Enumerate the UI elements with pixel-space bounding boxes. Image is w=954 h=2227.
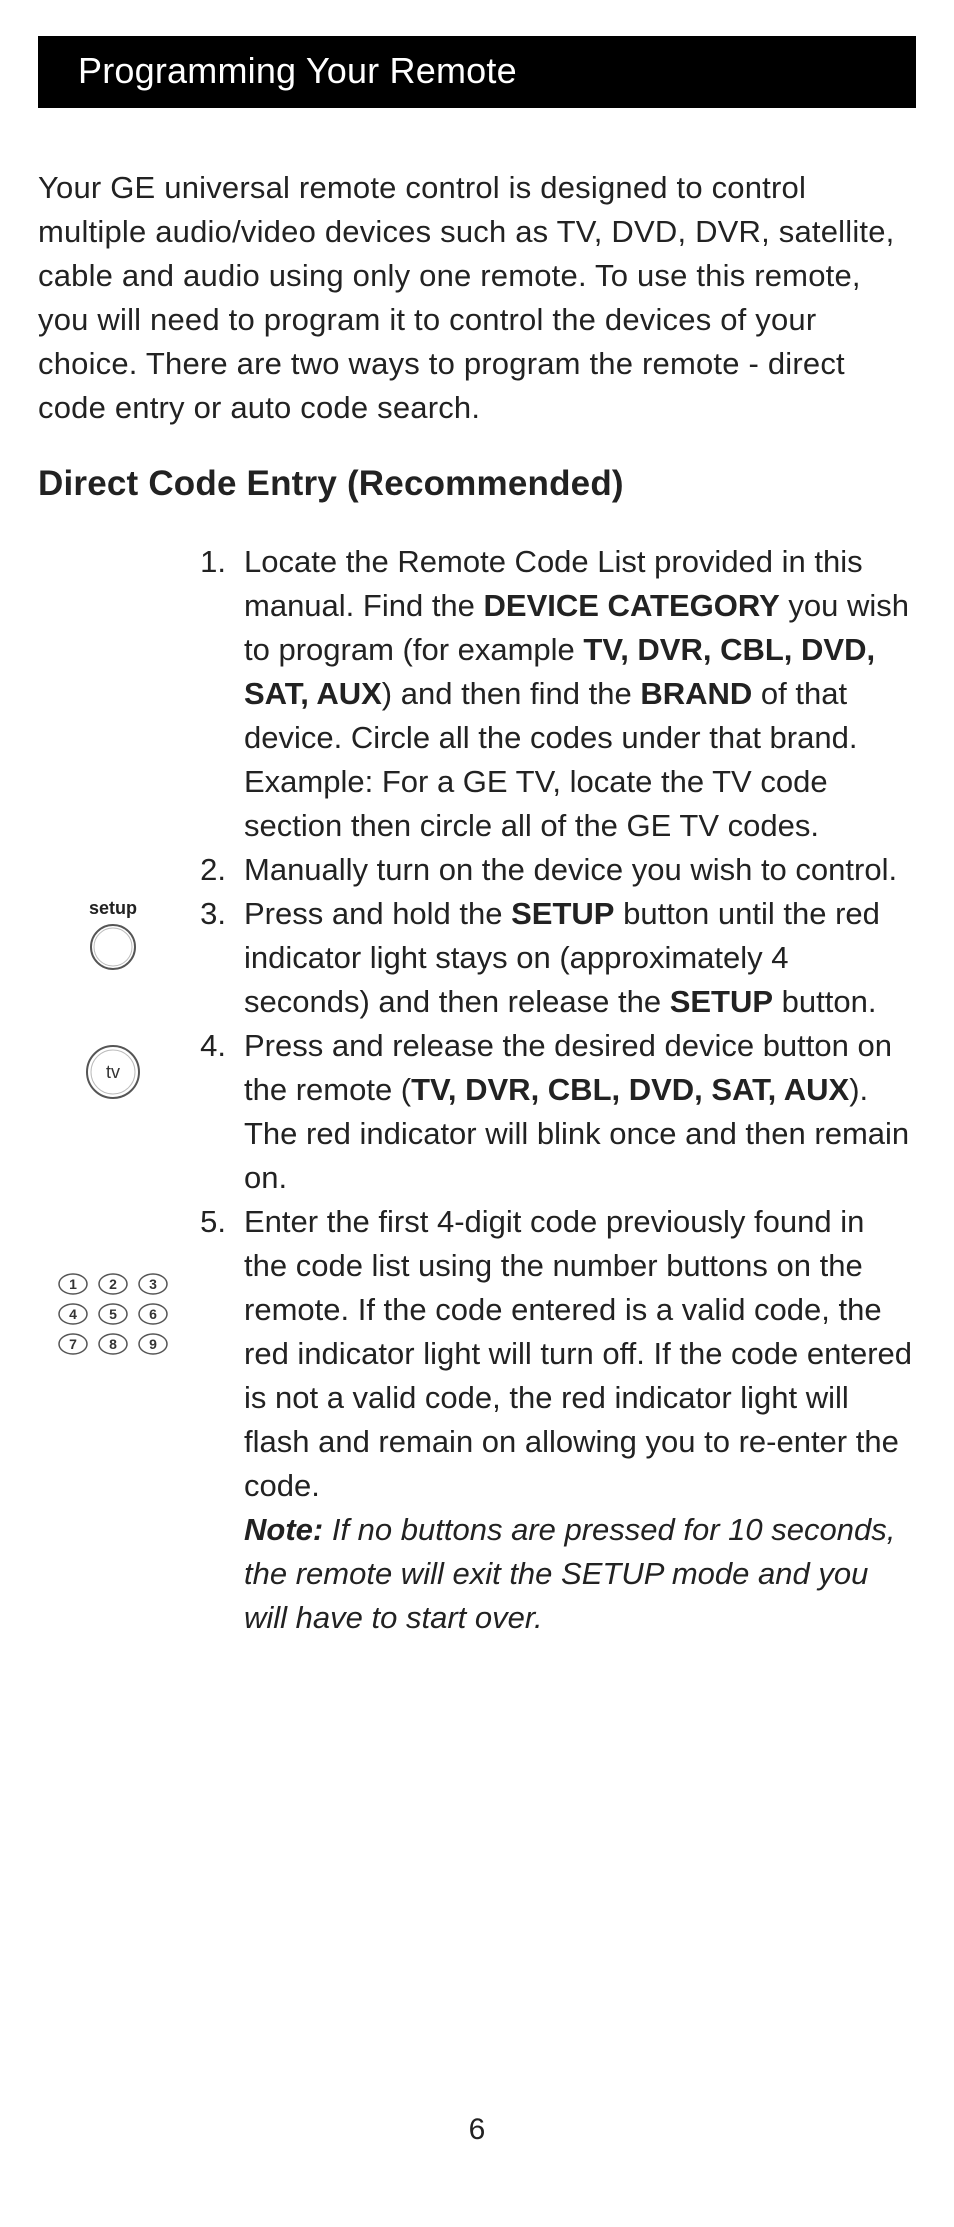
section-title-bar: Programming Your Remote: [38, 36, 916, 108]
step-text: Press and release the desired device but…: [232, 1024, 916, 1200]
section-title: Programming Your Remote: [78, 50, 517, 91]
note-label: Note:: [244, 1512, 323, 1547]
step-number: 5.: [188, 1200, 232, 1244]
step-number: 1.: [188, 540, 232, 584]
svg-text:5: 5: [109, 1306, 117, 1322]
setup-button-label: setup: [89, 898, 137, 919]
tv-button-label: tv: [106, 1062, 120, 1082]
tv-button-icon: tv: [85, 1044, 141, 1100]
svg-text:7: 7: [69, 1336, 77, 1352]
step-text: Press and hold the SETUP button until th…: [232, 892, 916, 1024]
step-text: Enter the first 4-digit code previously …: [232, 1200, 916, 1508]
subsection-heading: Direct Code Entry (Recommended): [38, 464, 916, 504]
step-text: Locate the Remote Code List provided in …: [232, 540, 916, 848]
steps-list: 1. Locate the Remote Code List provided …: [38, 540, 916, 1640]
step-3: setup 3. Press and hold the SETUP button…: [38, 892, 916, 1024]
svg-text:9: 9: [149, 1336, 157, 1352]
intro-paragraph: Your GE universal remote control is desi…: [38, 166, 916, 430]
manual-page: Programming Your Remote Your GE universa…: [0, 0, 954, 2227]
step-text: Manually turn on the device you wish to …: [232, 848, 916, 892]
number-keypad-icon: 1 2 3 4 5 6 7 8 9: [54, 1270, 172, 1358]
svg-text:4: 4: [69, 1306, 77, 1322]
svg-text:2: 2: [109, 1276, 117, 1292]
svg-text:1: 1: [69, 1276, 77, 1292]
svg-text:8: 8: [109, 1336, 117, 1352]
step-note: Note: If no buttons are pressed for 10 s…: [38, 1508, 916, 1640]
step-5: 1 2 3 4 5 6 7 8 9 5. Ente: [38, 1200, 916, 1508]
note-text: Note: If no buttons are pressed for 10 s…: [232, 1508, 916, 1640]
step-number: 3.: [188, 892, 232, 936]
setup-button-icon: setup: [89, 898, 137, 971]
step-number: 2.: [188, 848, 232, 892]
step-4: tv 4. Press and release the desired devi…: [38, 1024, 916, 1200]
step-1: 1. Locate the Remote Code List provided …: [38, 540, 916, 848]
svg-text:3: 3: [149, 1276, 157, 1292]
svg-text:6: 6: [149, 1306, 157, 1322]
step-number: 4.: [188, 1024, 232, 1068]
page-number: 6: [0, 2113, 954, 2147]
step-2: 2. Manually turn on the device you wish …: [38, 848, 916, 892]
